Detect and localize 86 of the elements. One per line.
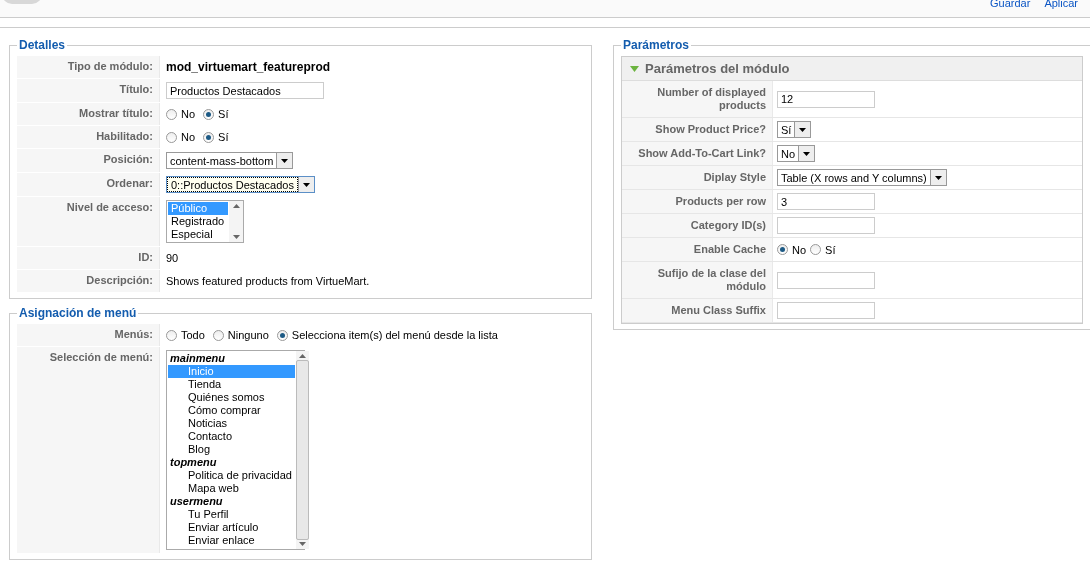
dropdown-arrow-icon bbox=[803, 151, 811, 156]
field-label: Título: bbox=[17, 79, 160, 102]
field-value: Shows featured products from VirtueMart. bbox=[166, 275, 370, 287]
radio-label: Ninguno bbox=[227, 329, 269, 341]
input-field[interactable]: 12 bbox=[777, 90, 875, 108]
field-label: Show Product Price? bbox=[622, 118, 773, 141]
radio-label: No bbox=[792, 243, 807, 256]
field-label: Products per row bbox=[622, 190, 773, 213]
radio-label: Sí bbox=[218, 108, 229, 120]
field-label: Posición: bbox=[17, 149, 160, 172]
scroll-up-icon[interactable] bbox=[232, 204, 240, 208]
dropdown-arrow-icon bbox=[302, 182, 310, 187]
select-field[interactable]: Table (X rows and Y columns) bbox=[777, 169, 947, 186]
radio-button[interactable] bbox=[166, 131, 177, 143]
menu-option[interactable]: Contacto bbox=[168, 430, 295, 443]
radio-label: No bbox=[181, 131, 196, 143]
expand-icon bbox=[630, 65, 639, 72]
input-field[interactable] bbox=[777, 217, 875, 234]
radio-label: Sí bbox=[218, 131, 229, 143]
field-label: Number of displayed products bbox=[622, 81, 773, 117]
field-label: Selección de menú: bbox=[17, 347, 160, 553]
menu-option[interactable]: Tu Perfil bbox=[168, 508, 295, 521]
field-label: Sufijo de la clase del módulo bbox=[622, 262, 773, 298]
menu-option[interactable]: Blog bbox=[168, 443, 295, 456]
field-label: Category ID(s) bbox=[622, 214, 773, 237]
scroll-down-icon[interactable] bbox=[298, 542, 306, 546]
menu-option[interactable]: Tienda bbox=[168, 378, 295, 391]
radio-button[interactable] bbox=[166, 329, 177, 341]
panel-header[interactable]: Parámetros del módulo bbox=[622, 57, 1082, 81]
menu-option[interactable]: Enviar enlace bbox=[168, 534, 295, 547]
radio-button[interactable] bbox=[276, 329, 288, 341]
radio-button[interactable] bbox=[203, 131, 215, 143]
input-field[interactable]: 3 bbox=[777, 193, 875, 210]
field-label: Descripción: bbox=[17, 270, 160, 292]
radio-label: No bbox=[181, 108, 196, 120]
dropdown-arrow-icon bbox=[799, 127, 807, 132]
radio-label: Sí bbox=[825, 243, 836, 256]
radio-button[interactable] bbox=[166, 108, 177, 120]
radio-button[interactable] bbox=[810, 244, 822, 255]
radio-label: Selecciona item(s) del menú desde la lista bbox=[291, 329, 498, 341]
input-field[interactable] bbox=[777, 302, 875, 319]
field-value: 90 bbox=[166, 252, 179, 264]
field-label: Diplay Style bbox=[622, 166, 773, 189]
section-title: Asignación de menú bbox=[18, 306, 138, 320]
field-label: Habilitado: bbox=[17, 126, 160, 148]
list-option[interactable]: Registrado bbox=[168, 215, 228, 228]
scroll-up-icon[interactable] bbox=[298, 354, 306, 358]
select-field[interactable]: Sí bbox=[777, 121, 812, 138]
radio-button[interactable] bbox=[212, 329, 224, 341]
menu-option[interactable]: Cómo comprar bbox=[168, 404, 295, 417]
menu-option[interactable]: Politica de privacidad bbox=[168, 469, 295, 482]
menu-option[interactable]: Quiénes somos bbox=[168, 391, 295, 404]
menu-group: topmenu bbox=[168, 456, 295, 469]
radio-label: Todo bbox=[181, 329, 205, 341]
field-label: ID: bbox=[17, 247, 160, 269]
scrollbar[interactable] bbox=[295, 351, 309, 549]
dropdown-arrow-icon bbox=[281, 158, 289, 163]
dropdown-arrow-icon bbox=[934, 175, 942, 180]
field-label: Menús: bbox=[17, 324, 160, 346]
field-label: Tipo de módulo: bbox=[17, 56, 160, 78]
section-title: Detalles bbox=[18, 38, 67, 52]
menu-option[interactable]: Enviar artículo bbox=[168, 521, 295, 534]
menu-option[interactable]: Mapa web bbox=[168, 482, 295, 495]
scrollbar[interactable] bbox=[229, 201, 243, 242]
toolbar-link[interactable]: Aplicar bbox=[1044, 0, 1078, 9]
section-title: Parámetros bbox=[622, 38, 691, 52]
module-type: mod_virtuemart_featureprod bbox=[166, 60, 331, 74]
menu-group: usermenu bbox=[168, 495, 295, 508]
field-label: Enable Cache bbox=[622, 238, 773, 261]
input-field[interactable]: Productos Destacados bbox=[166, 82, 324, 99]
field-label: Ordenar: bbox=[17, 173, 160, 196]
select-field[interactable]: No bbox=[777, 145, 816, 162]
select-field[interactable]: 0::Productos Destacados bbox=[166, 176, 315, 193]
scroll-down-icon[interactable] bbox=[232, 235, 240, 239]
list-option[interactable]: Especial bbox=[168, 228, 228, 241]
field-label: Mostrar título: bbox=[17, 103, 160, 125]
select-field[interactable]: content-mass-bottom bbox=[166, 152, 294, 169]
menu-option[interactable]: Noticias bbox=[168, 417, 295, 430]
field-label: Show Add-To-Cart Link? bbox=[622, 142, 773, 165]
toolbar-link[interactable]: Guardar bbox=[990, 0, 1031, 9]
menu-group: mainmenu bbox=[168, 352, 295, 365]
field-label: Nivel de acceso: bbox=[17, 197, 160, 246]
radio-button[interactable] bbox=[203, 108, 215, 120]
input-field[interactable] bbox=[777, 271, 875, 289]
radio-button[interactable] bbox=[777, 244, 788, 255]
field-label: Menu Class Suffix bbox=[622, 299, 773, 322]
